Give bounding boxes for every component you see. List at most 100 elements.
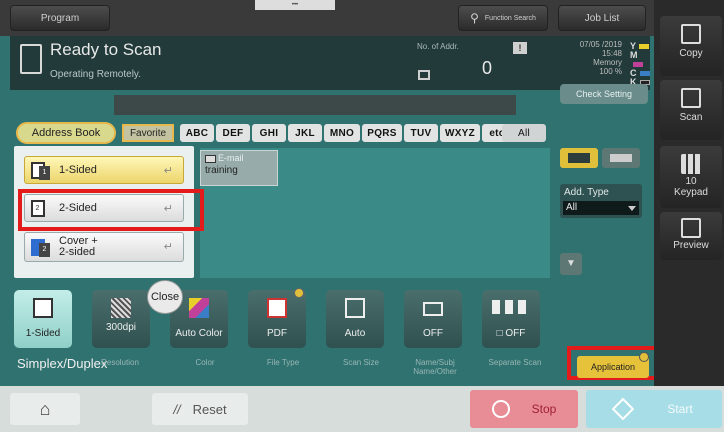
reset-icon: // bbox=[173, 401, 181, 417]
entry-type: E-mail bbox=[205, 153, 244, 163]
func-scan-size[interactable]: Auto bbox=[326, 290, 384, 348]
reset-button[interactable]: // Reset bbox=[152, 393, 248, 425]
index-mno[interactable]: MNO bbox=[324, 124, 360, 142]
index-ghi[interactable]: GHI bbox=[252, 124, 286, 142]
index-def[interactable]: DEF bbox=[216, 124, 250, 142]
memory-value: 100 % bbox=[599, 67, 622, 76]
separate-scan-label: Separate Scan bbox=[488, 358, 542, 367]
add-type-value[interactable]: All bbox=[563, 201, 639, 215]
addr-count-value: 0 bbox=[482, 58, 493, 78]
paper-size-icon bbox=[345, 298, 365, 318]
cover-two-sided-icon: 2 bbox=[31, 237, 53, 257]
grid-view-button[interactable] bbox=[560, 148, 598, 168]
file-type-label: File Type bbox=[266, 358, 300, 367]
index-pqrs[interactable]: PQRS bbox=[362, 124, 402, 142]
destination-strip bbox=[114, 95, 516, 115]
status-area: Ready to Scan Operating Remotely. No. of… bbox=[10, 36, 650, 90]
keypad-icon bbox=[681, 154, 701, 174]
warning-icon[interactable]: ! bbox=[513, 42, 527, 54]
return-arrow-icon: ↵ bbox=[163, 165, 173, 177]
tab-favorite[interactable]: Favorite bbox=[122, 124, 174, 142]
func-separate-scan[interactable]: □ OFF bbox=[482, 290, 540, 348]
stop-icon bbox=[491, 400, 510, 418]
one-sided-icon: 1 bbox=[31, 160, 53, 180]
memory-label: Memory bbox=[593, 58, 622, 67]
home-icon: ⌂ bbox=[39, 398, 51, 419]
index-all[interactable]: All bbox=[502, 124, 546, 142]
option-cover-2-sided[interactable]: 2 Cover + 2-sided ↵ bbox=[24, 232, 184, 262]
scroll-down-button[interactable]: ▼ bbox=[560, 253, 582, 275]
scan-size-label: Scan Size bbox=[342, 358, 380, 367]
address-index-row: Address Book Favorite ABC DEF GHI JKL MN… bbox=[16, 122, 556, 144]
main-panel: Program ••• ⚲ Function Search Job List R… bbox=[0, 0, 654, 432]
copy-button[interactable]: Copy bbox=[660, 16, 722, 76]
toner-m: M bbox=[630, 51, 650, 69]
duplex-icon bbox=[33, 298, 53, 318]
home-button[interactable]: ⌂ bbox=[10, 393, 80, 425]
grid-icon bbox=[568, 153, 590, 163]
status-subtitle: Operating Remotely. bbox=[50, 69, 141, 80]
stop-button[interactable]: Stop bbox=[470, 390, 578, 428]
datetime-block: 07/05 /2019 15:48 Memory 100 % bbox=[550, 40, 622, 76]
index-abc[interactable]: ABC bbox=[180, 124, 214, 142]
function-search-label: Function Search bbox=[484, 14, 536, 22]
address-entry[interactable]: E-mail training bbox=[200, 150, 278, 186]
entry-name: training bbox=[205, 165, 238, 176]
envelope-icon bbox=[423, 302, 443, 316]
address-list-icon bbox=[418, 70, 430, 80]
add-type-select[interactable]: Add. Type All bbox=[560, 184, 642, 218]
toner-levels: Y M C K bbox=[630, 42, 650, 87]
color-label: Color bbox=[195, 358, 215, 367]
close-button[interactable]: Close bbox=[147, 280, 183, 314]
index-wxyz[interactable]: WXYZ bbox=[440, 124, 480, 142]
scan-button[interactable]: Scan bbox=[660, 80, 722, 140]
top-bar: Program ••• ⚲ Function Search Job List bbox=[0, 0, 654, 36]
chevron-down-icon bbox=[628, 206, 636, 211]
resolution-label: Resolution bbox=[101, 358, 139, 367]
settings-dot bbox=[294, 288, 304, 298]
func-simplex-duplex[interactable]: 1-Sided bbox=[14, 290, 72, 348]
keypad-button[interactable]: 10 Keypad bbox=[660, 146, 722, 208]
view-toggle bbox=[560, 148, 642, 168]
list-view-button[interactable] bbox=[602, 148, 640, 168]
search-icon: ⚲ bbox=[470, 11, 479, 25]
scan-icon bbox=[681, 88, 701, 108]
check-setting-button[interactable]: Check Setting bbox=[560, 84, 648, 104]
preview-button[interactable]: Preview bbox=[660, 212, 722, 260]
pdf-file-icon bbox=[267, 298, 287, 318]
return-arrow-icon: ↵ bbox=[163, 241, 173, 253]
function-search-button[interactable]: ⚲ Function Search bbox=[458, 5, 548, 31]
index-tuv[interactable]: TUV bbox=[404, 124, 438, 142]
func-resolution[interactable]: 300dpi bbox=[92, 290, 150, 348]
date-text: 07/05 /2019 bbox=[579, 40, 622, 49]
highlight-box-2-sided bbox=[18, 189, 204, 231]
index-jkl[interactable]: JKL bbox=[288, 124, 322, 142]
program-button[interactable]: Program bbox=[10, 5, 110, 31]
tab-address-book[interactable]: Address Book bbox=[16, 122, 116, 144]
resolution-icon bbox=[111, 298, 131, 318]
func-name-subject[interactable]: OFF bbox=[404, 290, 462, 348]
application-highlight: Application bbox=[567, 346, 661, 380]
status-title: Ready to Scan bbox=[50, 40, 162, 59]
start-button[interactable]: Start bbox=[586, 390, 722, 428]
scan-status-icon bbox=[20, 44, 42, 74]
name-subj-label: Name/Subj Name/Other bbox=[413, 358, 457, 376]
settings-dot bbox=[639, 352, 649, 362]
separate-scan-icon bbox=[492, 300, 530, 314]
email-icon bbox=[205, 154, 216, 163]
func-file-type[interactable]: PDF bbox=[248, 288, 306, 348]
list-icon bbox=[610, 154, 632, 162]
copy-icon bbox=[681, 24, 701, 44]
add-type-label: Add. Type bbox=[564, 187, 609, 198]
option-1-sided[interactable]: 1 1-Sided ↵ bbox=[24, 156, 184, 184]
color-icon bbox=[189, 298, 209, 318]
side-panel: Copy Scan 10 Keypad Preview bbox=[654, 0, 724, 386]
start-icon bbox=[612, 397, 635, 421]
job-list-button[interactable]: Job List bbox=[558, 5, 646, 31]
preview-icon bbox=[681, 218, 701, 238]
function-row: 1-Sided 300dpi Auto Color PDF Auto OFF □… bbox=[14, 288, 566, 348]
application-button[interactable]: Application bbox=[577, 356, 649, 378]
top-tab[interactable]: ••• bbox=[255, 0, 335, 10]
addr-count-label: No. of Addr. bbox=[417, 42, 459, 51]
time-text: 15:48 bbox=[601, 49, 622, 58]
